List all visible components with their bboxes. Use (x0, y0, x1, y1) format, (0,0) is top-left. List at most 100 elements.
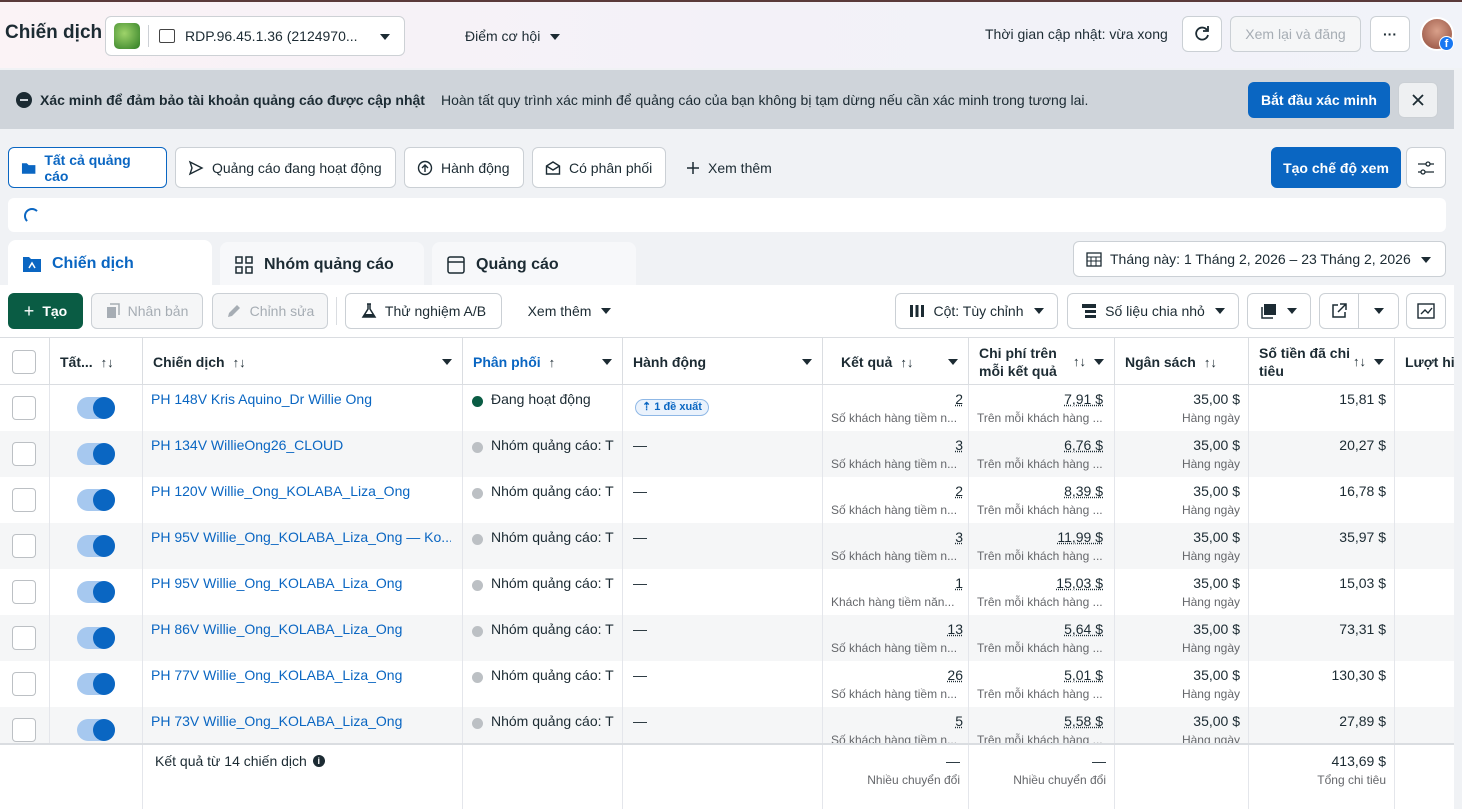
edit-button[interactable]: Chỉnh sửa (212, 293, 328, 329)
sort-icon: ↑↓ (100, 354, 114, 370)
footer-spent: 413,69 $ (1331, 753, 1387, 769)
campaign-name-link[interactable]: PH 86V Willie_Ong_KOLABA_Liza_Ong (151, 621, 451, 637)
delivery-status-dot (472, 442, 483, 453)
recommendation-badge[interactable]: ⇡ 1 đề xuất (635, 399, 709, 416)
campaign-toggle[interactable] (77, 489, 115, 511)
refresh-button[interactable] (1182, 16, 1222, 52)
flask-icon (361, 303, 377, 318)
row-checkbox[interactable] (12, 534, 36, 558)
row-checkbox[interactable] (12, 718, 36, 742)
create-button[interactable]: + Tạo (8, 293, 83, 329)
row-checkbox[interactable] (12, 396, 36, 420)
create-view-button[interactable]: Tạo chế độ xem (1271, 147, 1401, 188)
date-range-picker[interactable]: Tháng này: 1 Tháng 2, 2026 – 23 Tháng 2,… (1073, 241, 1446, 277)
result-value[interactable]: 13 (947, 621, 963, 637)
col-reach[interactable]: Lượt hi (1395, 338, 1462, 386)
tab-actions[interactable]: Hành động (404, 147, 524, 188)
campaign-toggle[interactable] (77, 397, 115, 419)
campaign-name-link[interactable]: PH 120V Willie_Ong_KOLABA_Liza_Ong (151, 483, 451, 499)
table-row[interactable]: PH 95V Willie_Ong_KOLABA_Liza_Ong — Ko..… (0, 523, 1454, 569)
row-checkbox[interactable] (12, 580, 36, 604)
campaign-name-link[interactable]: PH 95V Willie_Ong_KOLABA_Liza_Ong — Ko..… (151, 529, 451, 545)
action-value: — (633, 667, 647, 683)
campaign-name-link[interactable]: PH 77V Willie_Ong_KOLABA_Liza_Ong (151, 667, 451, 683)
row-checkbox[interactable] (12, 442, 36, 466)
info-icon[interactable]: i (312, 755, 325, 767)
duplicate-button[interactable]: Nhân bản (91, 293, 203, 329)
campaign-toggle[interactable] (77, 581, 115, 603)
result-value[interactable]: 3 (955, 437, 963, 453)
view-settings-button[interactable] (1406, 147, 1446, 188)
col-campaign[interactable]: Chiến dịch ↑↓ (143, 338, 463, 386)
col-toggle[interactable]: Tất... ↑↓ (50, 338, 143, 386)
campaign-name-link[interactable]: PH 73V Willie_Ong_KOLABA_Liza_Ong (151, 713, 451, 729)
table-row[interactable]: PH 134V WillieOng26_CLOUD Nhóm quảng cáo:… (0, 431, 1454, 477)
table-row[interactable]: PH 148V Kris Aquino_Dr Willie Ong Đang ho… (0, 385, 1454, 431)
result-value[interactable]: 2 (955, 391, 963, 407)
col-results[interactable]: Kết quả ↑↓ (823, 338, 969, 386)
amount-spent-value: 15,81 $ (1339, 391, 1386, 407)
tab-active-ads[interactable]: Quảng cáo đang hoạt động (175, 147, 396, 188)
select-all-checkbox[interactable] (12, 350, 36, 374)
result-value[interactable]: 5 (955, 713, 963, 729)
charts-button[interactable] (1406, 293, 1446, 329)
cost-per-result-value[interactable]: 15,03 $ (1056, 575, 1103, 591)
tab-delivered[interactable]: Có phân phối (532, 147, 666, 188)
close-banner-button[interactable] (1398, 82, 1438, 118)
cost-per-result-value[interactable]: 7,91 $ (1064, 391, 1103, 407)
cost-per-result-value[interactable]: 11,99 $ (1057, 529, 1103, 545)
table-row[interactable]: PH 77V Willie_Ong_KOLABA_Liza_Ong Nhóm qu… (0, 661, 1454, 707)
campaign-name-link[interactable]: PH 148V Kris Aquino_Dr Willie Ong (151, 391, 451, 407)
col-amount-spent[interactable]: Số tiền đã chi tiêu ↑↓ (1249, 338, 1395, 386)
amount-spent-value: 20,27 $ (1339, 437, 1386, 453)
folder-icon (21, 162, 36, 174)
campaign-name-link[interactable]: PH 95V Willie_Ong_KOLABA_Liza_Ong (151, 575, 451, 591)
result-value[interactable]: 1 (955, 575, 963, 591)
footer-results-sub: Nhiều chuyển đổi (867, 773, 960, 787)
col-delivery[interactable]: Phân phối ↑ (463, 338, 623, 386)
result-value[interactable]: 2 (955, 483, 963, 499)
cost-per-result-value[interactable]: 5,64 $ (1064, 621, 1103, 637)
table-row[interactable]: PH 86V Willie_Ong_KOLABA_Liza_Ong Nhóm qu… (0, 615, 1454, 661)
tab-see-more[interactable]: Xem thêm (674, 147, 789, 188)
export-dropdown[interactable] (1319, 293, 1399, 329)
columns-dropdown[interactable]: Cột: Tùy chỉnh (895, 293, 1058, 329)
campaign-toggle[interactable] (77, 673, 115, 695)
chevron-down-icon (1214, 308, 1225, 314)
tab-ads[interactable]: Quảng cáo (432, 242, 636, 287)
campaign-name-link[interactable]: PH 134V WillieOng26_CLOUD (151, 437, 451, 453)
row-checkbox[interactable] (12, 488, 36, 512)
table-row[interactable]: PH 120V Willie_Ong_KOLABA_Liza_Ong Nhóm q… (0, 477, 1454, 523)
breakdown-dropdown[interactable]: Số liệu chia nhỏ (1067, 293, 1239, 329)
col-actions[interactable]: Hành động (623, 338, 823, 386)
chevron-down-icon (1374, 359, 1384, 365)
more-options-button[interactable]: ··· (1370, 16, 1410, 52)
tab-all-ads[interactable]: Tất cả quảng cáo (8, 147, 167, 188)
start-verification-button[interactable]: Bắt đầu xác minh (1248, 82, 1390, 118)
review-publish-button[interactable]: Xem lại và đăng (1230, 16, 1361, 52)
campaign-toggle[interactable] (77, 443, 115, 465)
ab-test-button[interactable]: Thử nghiệm A/B (345, 293, 502, 329)
campaign-toggle[interactable] (77, 627, 115, 649)
cost-per-result-value[interactable]: 6,76 $ (1064, 437, 1103, 453)
result-value[interactable]: 3 (955, 529, 963, 545)
campaign-toggle[interactable] (77, 719, 115, 741)
cost-per-result-value[interactable]: 8,39 $ (1064, 483, 1103, 499)
account-selector[interactable]: RDP.96.45.1.36 (2124970... (105, 16, 405, 56)
cost-per-result-value[interactable]: 5,58 $ (1064, 713, 1103, 729)
chevron-down-icon (602, 359, 612, 365)
result-value[interactable]: 26 (947, 667, 963, 683)
cost-per-result-sub: Trên mỗi khách hàng ... (977, 641, 1103, 655)
row-checkbox[interactable] (12, 672, 36, 696)
reports-dropdown[interactable] (1247, 293, 1311, 329)
campaign-toggle[interactable] (77, 535, 115, 557)
col-budget[interactable]: Ngân sách ↑↓ (1115, 338, 1249, 386)
table-row[interactable]: PH 95V Willie_Ong_KOLABA_Liza_Ong Nhóm qu… (0, 569, 1454, 615)
tab-adsets[interactable]: Nhóm quảng cáo (220, 242, 424, 287)
toolbar-more-dropdown[interactable]: Xem thêm (512, 293, 627, 329)
cost-per-result-value[interactable]: 5,01 $ (1064, 667, 1103, 683)
col-cost-per-result[interactable]: Chi phí trên mỗi kết quả ↑↓ (969, 338, 1115, 386)
row-checkbox[interactable] (12, 626, 36, 650)
opportunity-score-dropdown[interactable]: Điểm cơ hội (465, 28, 561, 44)
tab-campaigns[interactable]: Chiến dịch (8, 240, 212, 287)
